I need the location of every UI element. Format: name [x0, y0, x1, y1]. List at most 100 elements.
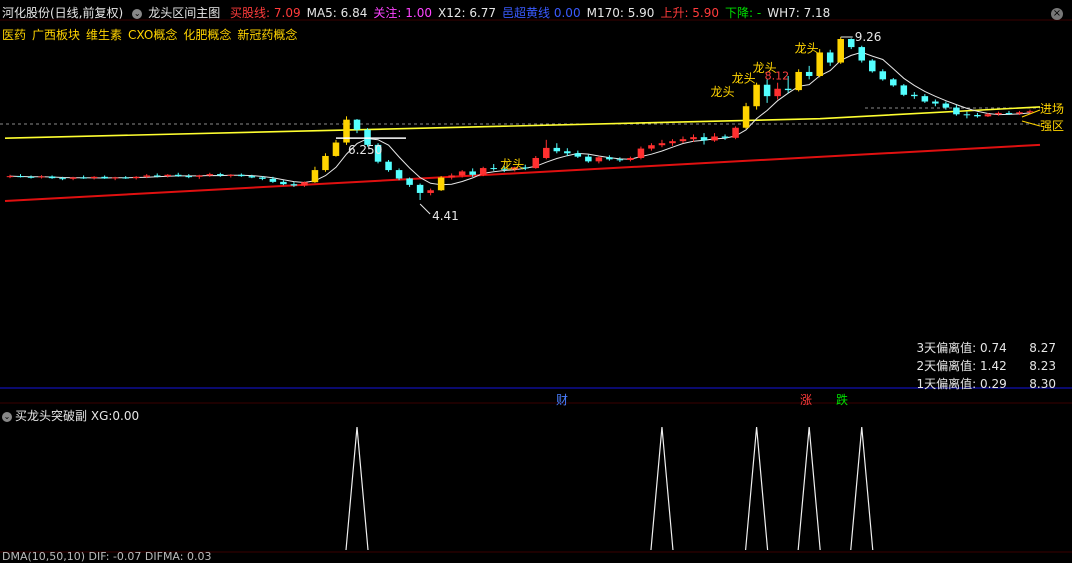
candle — [742, 102, 750, 130]
candle — [574, 150, 582, 158]
candle — [322, 153, 329, 172]
candle — [6, 174, 14, 179]
stock-title[interactable]: 河化股份(日线,前复权) — [2, 6, 123, 20]
concept-tag[interactable]: 新冠药概念 — [237, 28, 297, 42]
candle — [858, 45, 866, 63]
header-item-8: WH7: 7.18 — [767, 6, 831, 20]
candle — [774, 82, 781, 100]
candle — [490, 164, 497, 171]
strong-zone-label: 强区 — [1040, 119, 1064, 133]
concept-tag[interactable]: 化肥概念 — [183, 28, 231, 42]
candle — [385, 160, 392, 172]
chevron-down-icon[interactable]: ⌄ — [2, 411, 12, 422]
candle — [616, 157, 624, 163]
candle — [122, 176, 129, 179]
candle — [974, 112, 981, 118]
candle — [669, 139, 676, 146]
candle — [826, 49, 834, 66]
concept-tag[interactable]: CXO概念 — [128, 28, 177, 42]
event-marker-up[interactable]: 涨 — [800, 391, 812, 408]
candle — [911, 92, 918, 99]
candle — [80, 175, 87, 179]
concept-tag[interactable]: 广西板块 — [32, 28, 80, 42]
candle — [164, 174, 171, 178]
header-values: 买股线: 7.09 MA5: 6.84 关注: 1.00 X12: 6.77 邑超黄线 … — [230, 6, 836, 20]
candle — [448, 173, 455, 180]
header-item-0: 买股线: 7.09 — [230, 6, 301, 20]
candle — [900, 84, 908, 97]
candle — [595, 155, 603, 164]
candle — [732, 126, 739, 140]
candle — [217, 172, 224, 177]
candle — [280, 180, 287, 186]
candle — [763, 79, 771, 103]
candle — [606, 155, 613, 161]
deviation-row: 3天偏离值: 0.74 8.27 — [916, 339, 1056, 356]
chevron-down-icon[interactable]: ⌄ — [132, 8, 143, 19]
deviation-price: 8.30 — [1029, 377, 1056, 391]
indicator-name[interactable]: 龙头区间主图 — [148, 6, 220, 20]
deviation-row: 1天偏离值: 0.29 8.30 — [916, 375, 1056, 392]
dragon-head-label: 龙头 — [500, 158, 524, 172]
candle — [101, 175, 108, 179]
header-item-3: X12: 6.77 — [437, 6, 497, 20]
candle — [890, 78, 897, 87]
header-item-5: M170: 5.90 — [586, 6, 655, 20]
close-icon[interactable]: × — [1051, 8, 1063, 20]
concept-tag[interactable]: 维生素 — [86, 28, 122, 42]
signal-spike — [850, 426, 874, 551]
candle — [637, 146, 645, 160]
candle — [847, 38, 855, 50]
deviation-value: 1.42 — [980, 359, 1007, 373]
concept-tag[interactable]: 医药 — [2, 28, 26, 42]
candle — [532, 155, 540, 169]
candle — [427, 188, 434, 196]
candle — [206, 172, 214, 177]
event-marker-down[interactable]: 跌 — [836, 391, 848, 408]
candle — [679, 136, 687, 144]
candle — [932, 99, 939, 107]
signal-spike — [797, 426, 821, 551]
small-price-label: 8.12 — [765, 69, 790, 82]
candle — [805, 65, 813, 80]
dragon-head-label: 龙头 — [795, 41, 819, 55]
high-price-label: 9.26 — [855, 30, 882, 44]
candle — [627, 156, 634, 162]
header-item-1: MA5: 6.84 — [306, 6, 368, 20]
candle — [437, 176, 445, 191]
concept-tags: 医药 广西板块 维生素 CXO概念 化肥概念 新冠药概念 — [2, 26, 303, 43]
candle — [921, 94, 929, 103]
header-item-7: 下降: - — [725, 6, 762, 20]
xg-value: 0.00 — [112, 409, 140, 423]
chart-header: 河化股份(日线,前复权) ⌄ 龙头区间主图 买股线: 7.09 MA5: 6.84 关注… — [2, 6, 842, 20]
candle — [963, 111, 971, 119]
candle — [17, 174, 24, 178]
candle — [585, 154, 592, 163]
candle — [406, 177, 413, 187]
header-item-4: 邑超黄线 0.00 — [502, 6, 581, 20]
deviation-label: 1天偏离值: — [916, 377, 977, 391]
dragon-head-label: 龙头 — [711, 85, 735, 99]
candle — [343, 116, 350, 145]
sub-panel-title[interactable]: 买龙头突破副 — [15, 409, 87, 423]
header-item-6: 上升: 5.90 — [660, 6, 720, 20]
header-item-2: 关注: 1.00 — [373, 6, 432, 20]
candle — [879, 69, 887, 81]
event-marker-finance[interactable]: 财 — [556, 391, 568, 408]
candle — [658, 139, 666, 148]
candle — [953, 104, 960, 116]
candle — [395, 168, 403, 181]
sub-panel-header: ⌄ 买龙头突破副 XG:0.00 — [2, 407, 139, 424]
deviation-label: 2天偏离值: — [916, 359, 977, 373]
candle — [238, 173, 245, 177]
candle — [479, 166, 487, 177]
deviation-value: 0.74 — [980, 341, 1007, 355]
signal-spike — [745, 426, 769, 551]
candle — [311, 166, 319, 183]
candle — [90, 176, 98, 180]
candle — [132, 176, 140, 180]
candle — [332, 139, 340, 157]
candle — [553, 143, 561, 154]
deviation-price: 8.23 — [1029, 359, 1056, 373]
main-chart: 9.264.416.250龙头龙头龙头龙头龙头8.12进场强区 — [0, 19, 1072, 553]
